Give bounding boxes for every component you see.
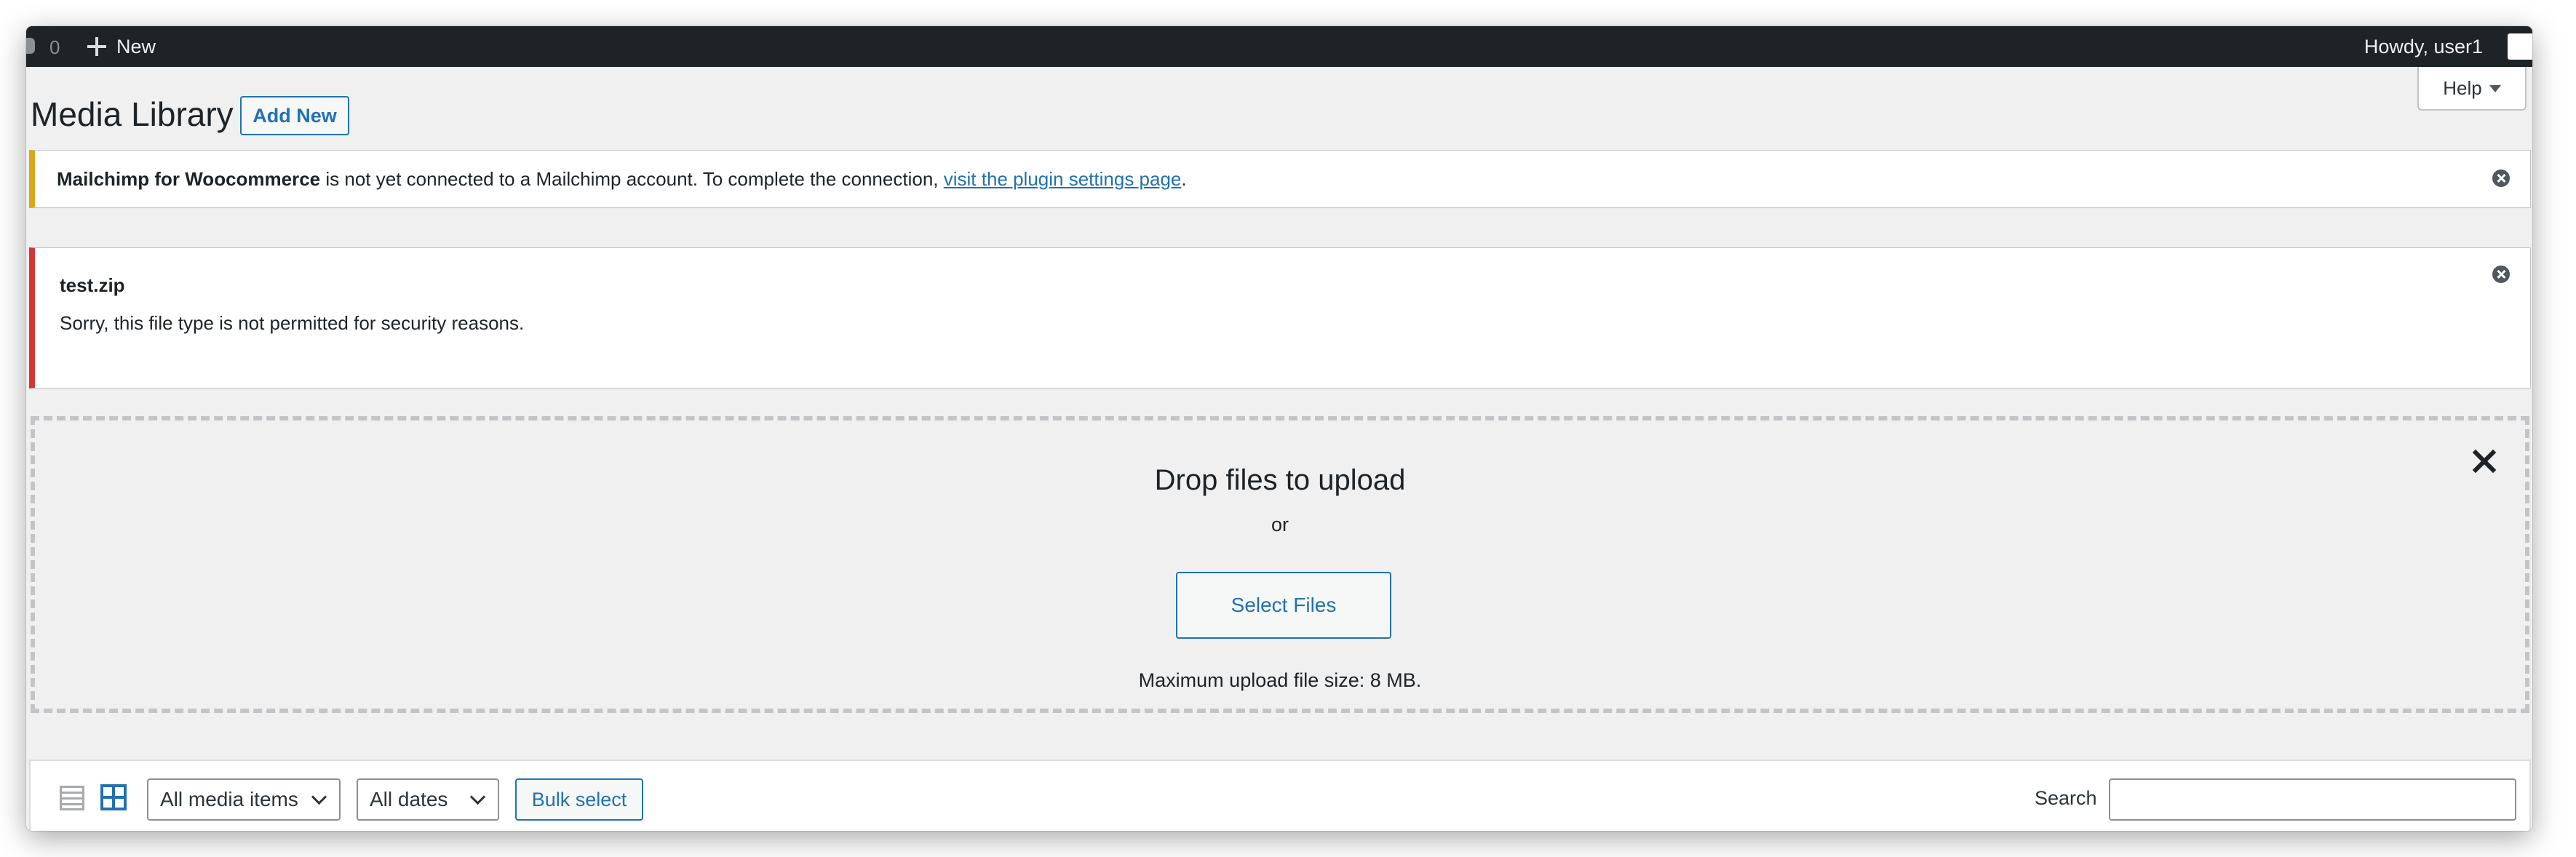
search-label: Search	[2035, 787, 2097, 809]
list-view-icon[interactable]	[60, 786, 84, 810]
dropzone-title: Drop files to upload	[1154, 464, 1406, 496]
plus-icon	[87, 37, 106, 56]
new-content-label: New	[116, 35, 156, 57]
page-title: Media Library	[31, 95, 234, 133]
plugin-settings-link[interactable]: visit the plugin settings page	[944, 168, 1182, 190]
bulk-select-button[interactable]: Bulk select	[515, 778, 643, 821]
media-toolbar: All media items All dates Bulk select Se…	[29, 760, 2531, 831]
account-greeting[interactable]: Howdy, user1	[2364, 36, 2483, 58]
browser-window: 0 New Howdy, user1 Help Media Library Ad…	[26, 26, 2532, 831]
chevron-down-icon	[469, 789, 486, 805]
comment-count[interactable]: 0	[49, 36, 60, 59]
error-filename: test.zip	[60, 274, 125, 296]
date-filter[interactable]: All dates	[357, 778, 499, 821]
search-input[interactable]	[2109, 778, 2516, 821]
error-message: Sorry, this file type is not permitted f…	[60, 312, 525, 334]
chevron-down-icon	[311, 789, 327, 805]
notice-tail: .	[1181, 168, 1187, 190]
dismiss-icon[interactable]	[2492, 170, 2510, 187]
notice-text: is not yet connected to a Mailchimp acco…	[320, 168, 944, 190]
or-label: or	[1271, 514, 1289, 535]
upload-dropzone[interactable]: Drop files to upload or Select Files Max…	[31, 416, 2529, 713]
notice-plugin-name: Mailchimp for Woocommerce	[57, 168, 321, 190]
help-tab-button[interactable]: Help	[2417, 67, 2527, 111]
dismiss-icon[interactable]	[2492, 266, 2510, 283]
admin-bar: 0 New Howdy, user1	[26, 26, 2532, 67]
media-type-filter[interactable]: All media items	[147, 778, 341, 821]
avatar[interactable]	[2508, 33, 2532, 60]
add-new-button[interactable]: Add New	[240, 96, 349, 135]
date-filter-value: All dates	[370, 788, 448, 810]
help-label: Help	[2443, 76, 2482, 99]
select-files-button[interactable]: Select Files	[1176, 572, 1391, 639]
mailchimp-notice: Mailchimp for Woocommerce is not yet con…	[29, 150, 2531, 208]
new-content-menu[interactable]: New	[87, 26, 156, 67]
grid-view-icon[interactable]	[100, 784, 127, 810]
media-type-value: All media items	[160, 788, 298, 810]
caret-icon	[2489, 85, 2501, 92]
notice-message: Mailchimp for Woocommerce is not yet con…	[57, 168, 1187, 191]
max-upload-size: Maximum upload file size: 8 MB.	[1138, 669, 1422, 691]
upload-error-notice: test.zip Sorry, this file type is not pe…	[29, 247, 2531, 388]
comment-icon[interactable]	[26, 38, 35, 54]
